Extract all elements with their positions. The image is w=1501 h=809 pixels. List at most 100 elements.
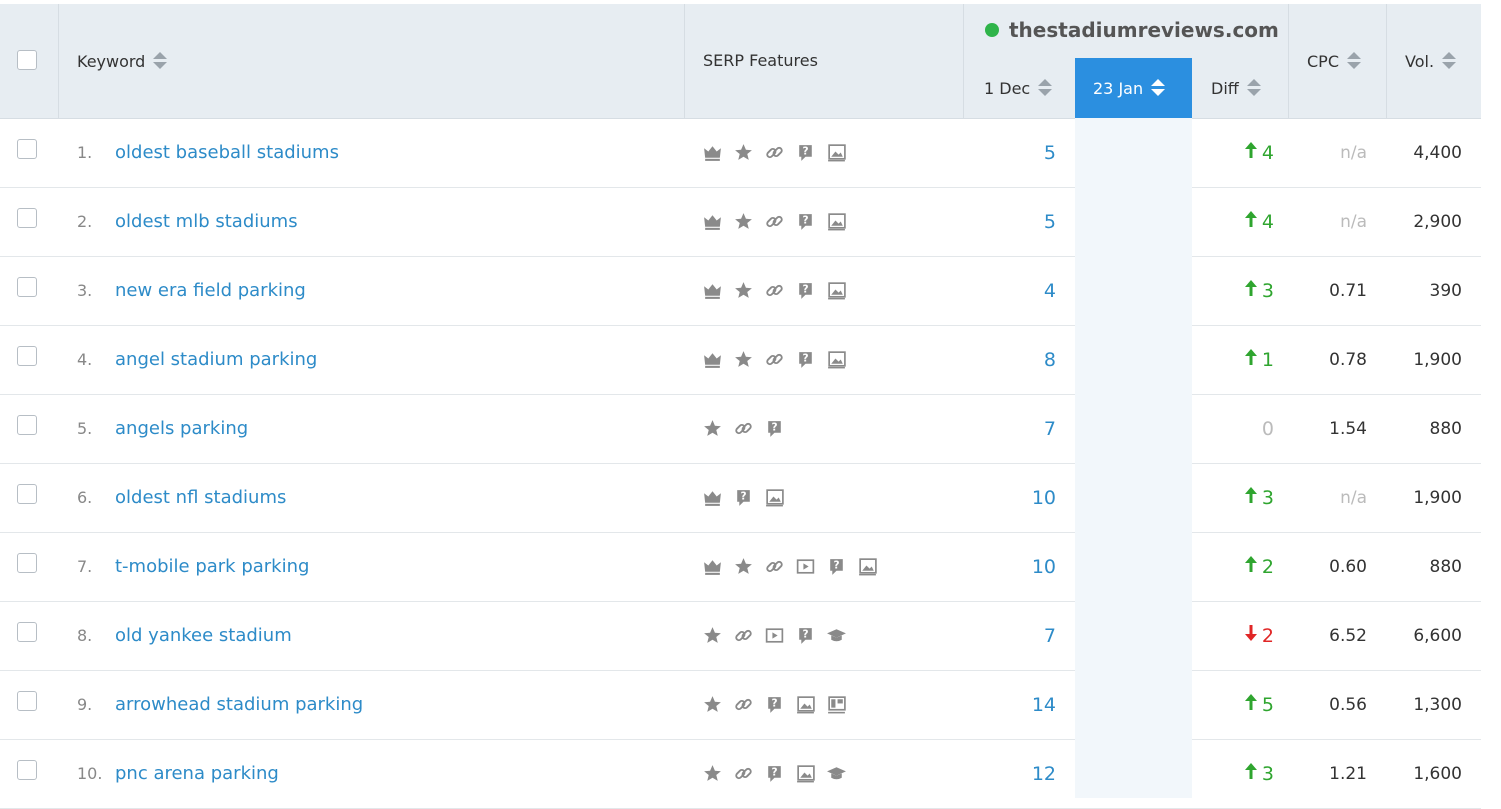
question-icon[interactable]: ? xyxy=(826,556,847,577)
active-column-highlight xyxy=(1075,118,1192,798)
keyword-link[interactable]: t-mobile park parking xyxy=(115,533,309,601)
diff-value: 4 xyxy=(1261,142,1274,164)
keyword-link[interactable]: oldest nfl stadiums xyxy=(115,464,286,532)
question-icon[interactable]: ? xyxy=(795,280,816,301)
date1-column-header[interactable]: 1 Dec xyxy=(984,78,1053,98)
keyword-link[interactable]: pnc arena parking xyxy=(115,740,279,808)
image-icon[interactable] xyxy=(826,142,847,163)
star-icon[interactable] xyxy=(702,625,723,646)
cpc-column-header[interactable]: CPC xyxy=(1307,51,1361,71)
volume-value: 6,600 xyxy=(1413,626,1462,646)
graduation-cap-icon[interactable] xyxy=(826,625,847,646)
image-icon[interactable] xyxy=(857,556,878,577)
crown-icon[interactable] xyxy=(702,211,723,232)
sort-icon[interactable] xyxy=(1347,51,1361,71)
position-diff: 2 xyxy=(1226,533,1274,601)
position-diff: 3 xyxy=(1226,740,1274,808)
video-icon[interactable] xyxy=(764,625,785,646)
image-icon[interactable] xyxy=(795,763,816,784)
position-1dec[interactable]: 12 xyxy=(980,740,1056,808)
diff-column-header[interactable]: Diff xyxy=(1211,78,1261,98)
keyword-link[interactable]: new era field parking xyxy=(115,257,306,325)
crown-icon[interactable] xyxy=(702,487,723,508)
question-icon[interactable]: ? xyxy=(764,694,785,715)
table-row: 6. oldest nfl stadiums ? 10 7 3 n/a 1,90… xyxy=(0,464,1481,533)
crown-icon[interactable] xyxy=(702,280,723,301)
select-all-checkbox[interactable] xyxy=(17,50,37,70)
question-icon[interactable]: ? xyxy=(764,418,785,439)
link-icon[interactable] xyxy=(733,625,754,646)
keyword-link[interactable]: oldest mlb stadiums xyxy=(115,188,298,256)
sort-icon[interactable] xyxy=(1038,78,1053,98)
position-1dec[interactable]: 7 xyxy=(980,602,1056,670)
star-icon[interactable] xyxy=(733,280,754,301)
arrow-icon xyxy=(1244,464,1258,532)
link-icon[interactable] xyxy=(733,763,754,784)
keyword-link[interactable]: oldest baseball stadiums xyxy=(115,119,339,187)
link-icon[interactable] xyxy=(764,556,785,577)
row-checkbox[interactable] xyxy=(17,691,37,711)
question-icon[interactable]: ? xyxy=(733,487,754,508)
keyword-link[interactable]: angel stadium parking xyxy=(115,326,317,394)
position-1dec[interactable]: 5 xyxy=(980,119,1056,187)
serp-features: ? xyxy=(702,487,785,508)
position-1dec[interactable]: 7 xyxy=(980,395,1056,463)
diff-value: 3 xyxy=(1261,280,1274,302)
keyword-link[interactable]: arrowhead stadium parking xyxy=(115,671,363,739)
row-checkbox[interactable] xyxy=(17,415,37,435)
star-icon[interactable] xyxy=(733,556,754,577)
row-checkbox[interactable] xyxy=(17,208,37,228)
star-icon[interactable] xyxy=(702,694,723,715)
link-icon[interactable] xyxy=(764,211,785,232)
row-checkbox[interactable] xyxy=(17,277,37,297)
star-icon[interactable] xyxy=(733,349,754,370)
question-icon[interactable]: ? xyxy=(795,211,816,232)
position-1dec[interactable]: 10 xyxy=(980,533,1056,601)
star-icon[interactable] xyxy=(702,763,723,784)
volume-column-header[interactable]: Vol. xyxy=(1405,51,1457,71)
sort-icon[interactable] xyxy=(153,51,168,71)
position-1dec[interactable]: 8 xyxy=(980,326,1056,394)
position-1dec[interactable]: 10 xyxy=(980,464,1056,532)
image-icon[interactable] xyxy=(826,349,847,370)
link-icon[interactable] xyxy=(733,694,754,715)
position-1dec[interactable]: 5 xyxy=(980,188,1056,256)
row-checkbox[interactable] xyxy=(17,139,37,159)
position-1dec[interactable]: 4 xyxy=(980,257,1056,325)
star-icon[interactable] xyxy=(702,418,723,439)
question-icon[interactable]: ? xyxy=(795,625,816,646)
link-icon[interactable] xyxy=(764,349,785,370)
crown-icon[interactable] xyxy=(702,349,723,370)
image-gallery-icon[interactable] xyxy=(826,694,847,715)
row-checkbox[interactable] xyxy=(17,760,37,780)
link-icon[interactable] xyxy=(733,418,754,439)
crown-icon[interactable] xyxy=(702,142,723,163)
star-icon[interactable] xyxy=(733,211,754,232)
image-icon[interactable] xyxy=(764,487,785,508)
video-icon[interactable] xyxy=(795,556,816,577)
sort-icon[interactable] xyxy=(1246,78,1261,98)
star-icon[interactable] xyxy=(733,142,754,163)
image-icon[interactable] xyxy=(826,211,847,232)
sort-icon[interactable] xyxy=(1151,78,1166,98)
question-icon[interactable]: ? xyxy=(795,349,816,370)
link-icon[interactable] xyxy=(764,280,785,301)
row-checkbox[interactable] xyxy=(17,553,37,573)
row-checkbox[interactable] xyxy=(17,622,37,642)
question-icon[interactable]: ? xyxy=(764,763,785,784)
keyword-link[interactable]: old yankee stadium xyxy=(115,602,292,670)
date2-header-content[interactable]: 23 Jan xyxy=(1093,78,1166,98)
image-icon[interactable] xyxy=(826,280,847,301)
keyword-link[interactable]: angels parking xyxy=(115,395,248,463)
question-icon[interactable]: ? xyxy=(795,142,816,163)
diff-value: 2 xyxy=(1261,625,1274,647)
row-checkbox[interactable] xyxy=(17,484,37,504)
image-icon[interactable] xyxy=(795,694,816,715)
link-icon[interactable] xyxy=(764,142,785,163)
graduation-cap-icon[interactable] xyxy=(826,763,847,784)
crown-icon[interactable] xyxy=(702,556,723,577)
row-checkbox[interactable] xyxy=(17,346,37,366)
sort-icon[interactable] xyxy=(1442,51,1457,71)
keyword-column-header[interactable]: Keyword xyxy=(77,51,168,71)
position-1dec[interactable]: 14 xyxy=(980,671,1056,739)
